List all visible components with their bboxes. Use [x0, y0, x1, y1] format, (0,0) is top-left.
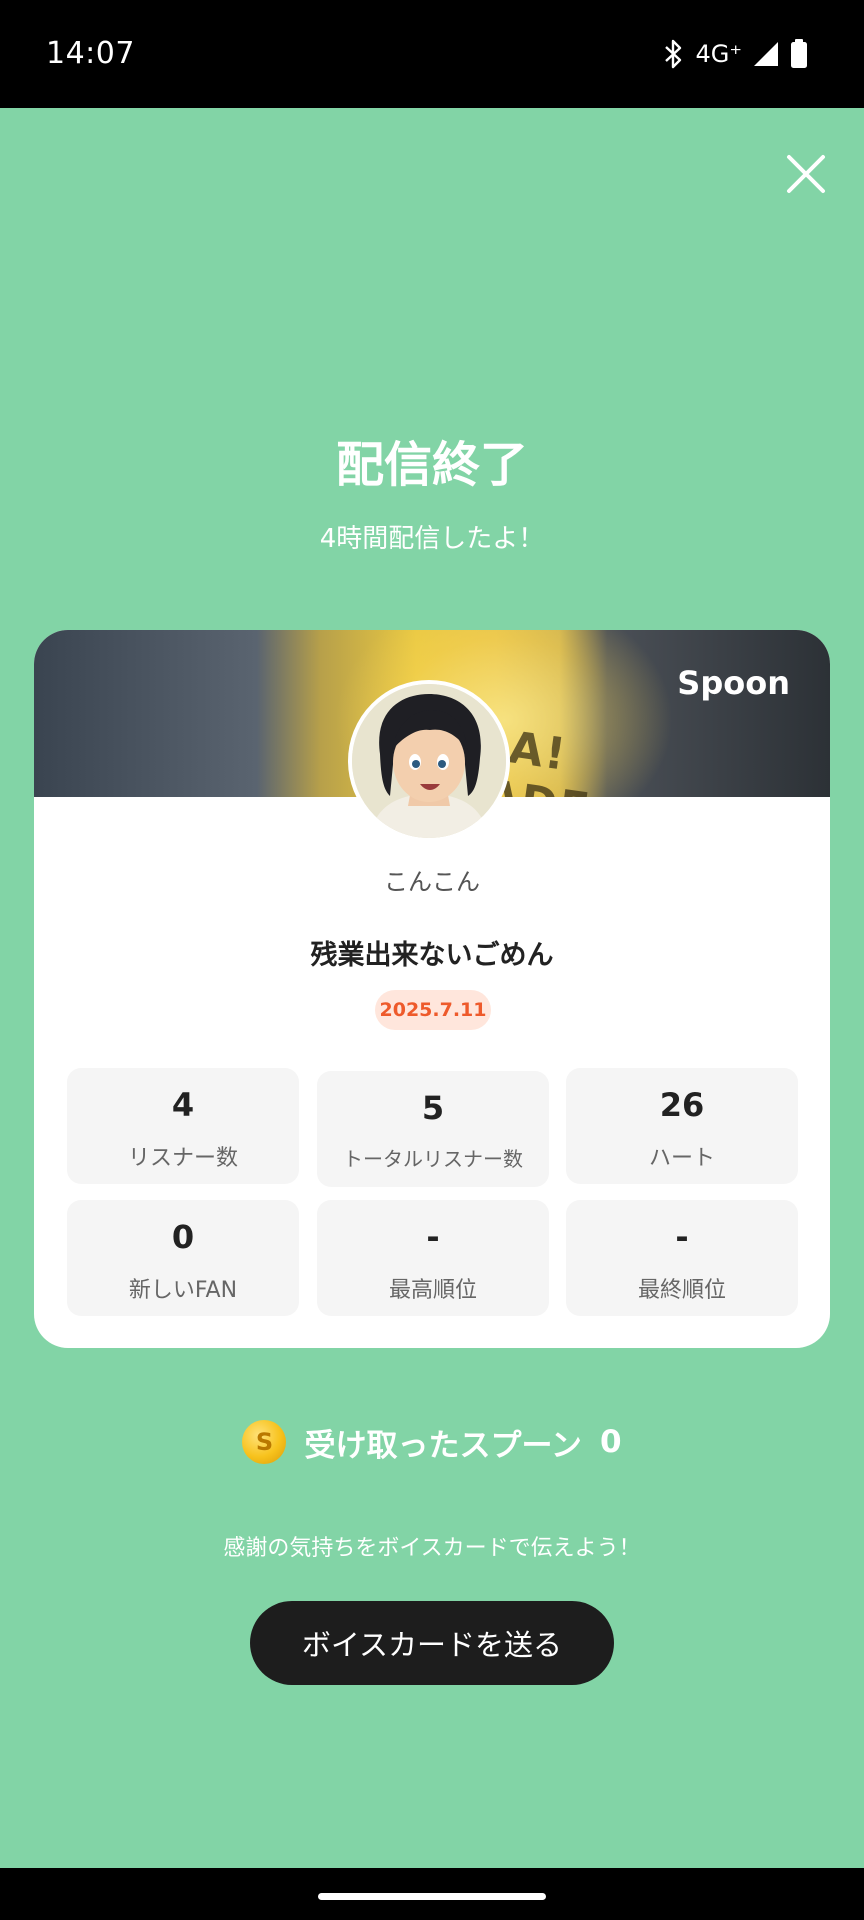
stat-label: 最高順位	[388, 1278, 477, 1303]
stat-label: リスナー数	[127, 1146, 238, 1171]
stat-label: 新しいFAN	[128, 1278, 238, 1303]
live-title: 残業出来ないごめん	[310, 940, 554, 971]
status-icons: 4G⁺	[663, 36, 808, 72]
close-button[interactable]	[780, 148, 832, 200]
stat-value: -	[675, 1218, 689, 1256]
duration-subtitle: 4時間配信したよ！	[319, 524, 545, 554]
live-summary-card: ...A! NADE Spoon こんこん 残業出来ないごめん 2025.7.1…	[34, 630, 830, 1348]
status-bar: 14:07 4G⁺	[0, 0, 864, 108]
send-voice-card-button[interactable]: ボイスカードを送る	[250, 1601, 614, 1685]
page-title: 配信終了	[335, 437, 528, 493]
avatar-illustration	[352, 684, 506, 838]
battery-icon	[791, 39, 807, 68]
stat-value: 4	[171, 1086, 195, 1124]
received-spoons-count: 0	[599, 1424, 622, 1460]
network-type: 4G⁺	[695, 40, 742, 68]
stat-listeners: 4 リスナー数	[67, 1068, 299, 1184]
received-spoons: S 受け取ったスプーン 0	[0, 1418, 864, 1466]
stat-new-fans: 0 新しいFAN	[67, 1200, 299, 1316]
stat-label: ハート	[648, 1146, 715, 1171]
spoon-coin-icon: S	[242, 1420, 287, 1464]
username: こんこん	[384, 868, 480, 896]
stat-best-rank: - 最高順位	[317, 1200, 549, 1316]
home-indicator[interactable]	[318, 1893, 546, 1900]
avatar	[348, 680, 510, 842]
stat-final-rank: - 最終順位	[566, 1200, 798, 1316]
stat-value: -	[426, 1218, 440, 1256]
signal-icon	[754, 42, 778, 66]
received-spoons-label: 受け取ったスプーン	[304, 1427, 582, 1464]
bluetooth-icon	[665, 39, 682, 69]
spoon-logo: Spoon	[677, 664, 790, 702]
stat-value: 0	[171, 1218, 195, 1256]
stat-total-listeners: 5 トータルリスナー数	[317, 1071, 549, 1187]
stat-label: トータルリスナー数	[343, 1147, 523, 1171]
date-badge: 2025.7.11	[375, 990, 491, 1030]
stat-label: 最終順位	[637, 1278, 726, 1303]
stat-hearts: 26 ハート	[566, 1068, 798, 1184]
thanks-message: 感謝の気持ちをボイスカードで伝えよう！	[223, 1536, 641, 1561]
stat-value: 5	[421, 1089, 445, 1127]
stat-value: 26	[659, 1086, 705, 1124]
status-time: 14:07	[46, 36, 135, 71]
